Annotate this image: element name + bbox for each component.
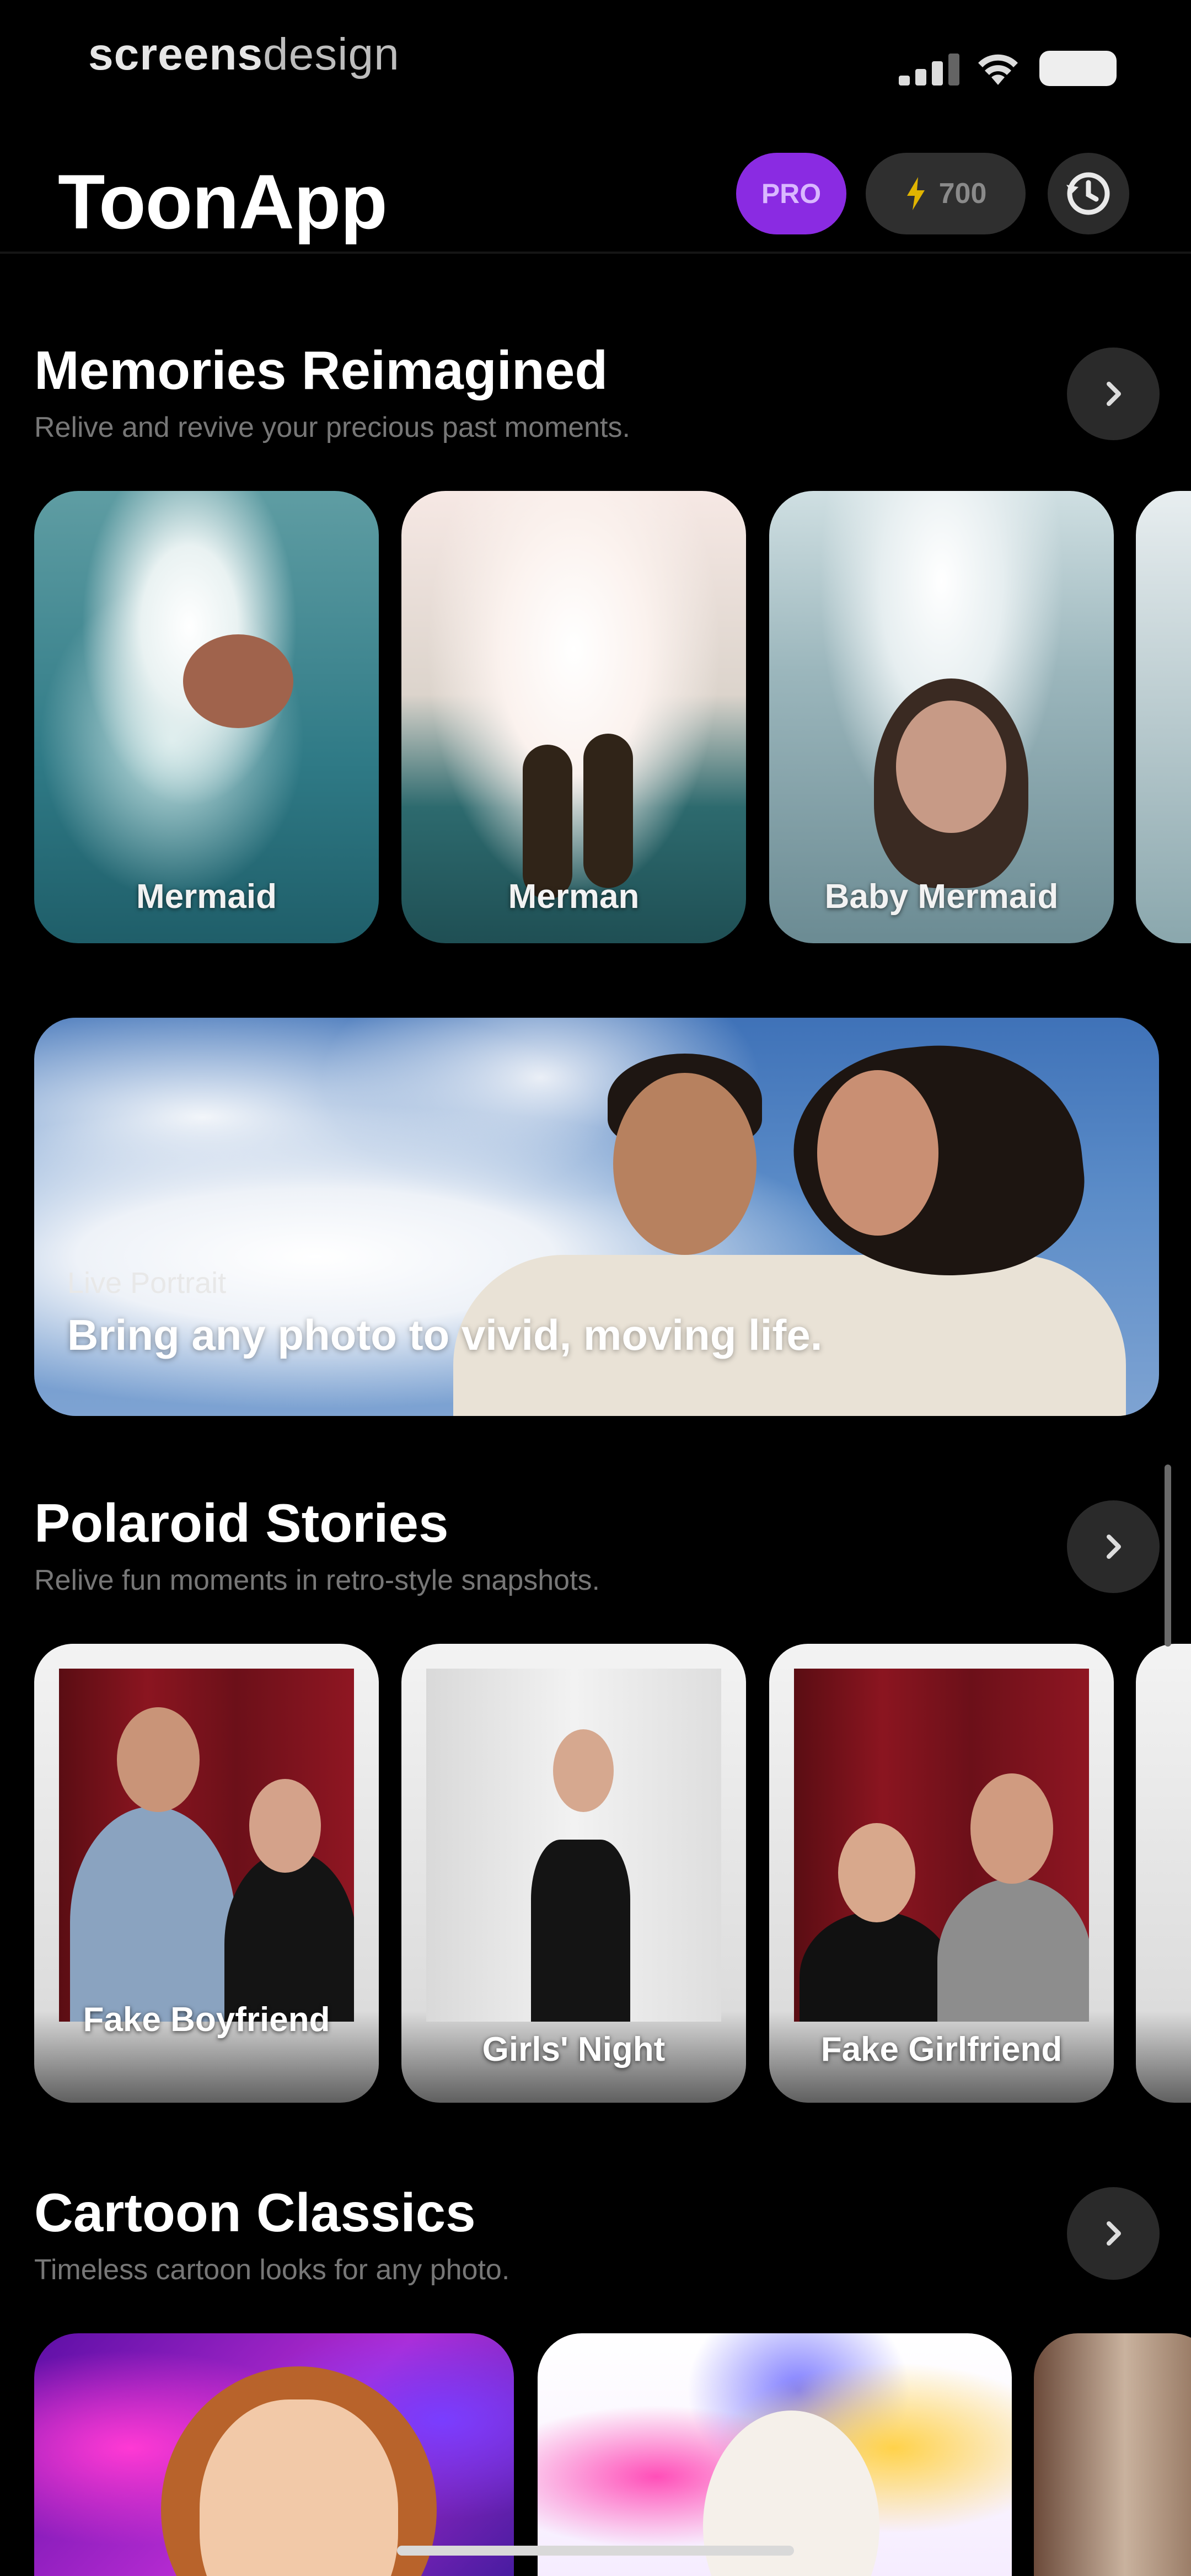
card-next-partial[interactable]	[1136, 1644, 1191, 2103]
card-next-partial[interactable]	[1034, 2333, 1191, 2576]
see-all-polaroid-button[interactable]	[1067, 1500, 1160, 1593]
card-image	[183, 634, 293, 728]
card-image	[59, 1669, 354, 2022]
app-title: ToonApp	[58, 158, 388, 245]
card-baby-mermaid[interactable]: Baby Mermaid	[769, 491, 1114, 943]
see-all-memories-button[interactable]	[1067, 348, 1160, 440]
polaroid-carousel[interactable]: Fake Boyfriend Girls' Night Fake Girlfri…	[0, 1644, 1191, 2107]
bolt-icon	[906, 177, 925, 210]
section-title-polaroid: Polaroid Stories	[34, 1493, 449, 1553]
card-image	[523, 745, 572, 899]
card-label: Fake Girlfriend	[820, 2030, 1063, 2069]
card-label: Fake Boyfriend	[83, 2001, 330, 2039]
chevron-right-icon	[1107, 382, 1121, 406]
history-icon	[1066, 172, 1110, 215]
section-subtitle-memories: Relive and revive your precious past mom…	[34, 411, 630, 443]
app-header: ToonApp PRO 700	[0, 127, 1191, 254]
credits-button[interactable]: 700	[866, 153, 1026, 234]
credits-count: 700	[938, 178, 987, 210]
banner-kicker: Live Portrait	[67, 1266, 227, 1300]
card-mermaid[interactable]: Mermaid	[34, 491, 379, 943]
card-girls-night[interactable]: Girls' Night	[401, 1644, 746, 2103]
card-label: Merman	[508, 878, 640, 916]
battery-icon	[1039, 51, 1117, 86]
card-fake-girlfriend[interactable]: Fake Girlfriend	[769, 1644, 1114, 2103]
card-fake-boyfriend[interactable]: Fake Boyfriend	[34, 1644, 379, 2103]
chevron-right-icon	[1107, 1535, 1121, 1559]
history-button[interactable]	[1048, 153, 1129, 234]
section-title-cartoon: Cartoon Classics	[34, 2182, 476, 2243]
status-bar: screensdesign	[0, 0, 1191, 127]
card-cartoon-portrait[interactable]	[34, 2333, 514, 2576]
wifi-icon	[978, 54, 1018, 85]
card-image	[896, 701, 1006, 833]
section-subtitle-polaroid: Relive fun moments in retro-style snapsh…	[34, 1564, 600, 1596]
card-image	[583, 734, 633, 888]
scroll-indicator[interactable]	[1165, 1465, 1171, 1647]
card-image	[426, 1669, 721, 2022]
banner-image	[613, 1073, 757, 1255]
chevron-right-icon	[1107, 2221, 1121, 2246]
pro-button[interactable]: PRO	[736, 153, 846, 234]
home-indicator[interactable]	[397, 2546, 794, 2556]
cartoon-carousel[interactable]	[0, 2333, 1191, 2576]
card-label: Mermaid	[136, 878, 277, 916]
card-label: Baby Mermaid	[824, 878, 1059, 916]
live-portrait-banner[interactable]: Live Portrait Bring any photo to vivid, …	[34, 1018, 1159, 1416]
signal-icon	[899, 52, 959, 85]
section-title-memories: Memories Reimagined	[34, 340, 608, 400]
memories-carousel[interactable]: Mermaid Merman Baby Mermaid	[0, 491, 1191, 949]
card-merman[interactable]: Merman	[401, 491, 746, 943]
banner-headline: Bring any photo to vivid, moving life.	[67, 1311, 823, 1359]
section-subtitle-cartoon: Timeless cartoon looks for any photo.	[34, 2254, 510, 2286]
banner-image	[817, 1070, 938, 1236]
card-cartoon-dog[interactable]	[538, 2333, 1012, 2576]
see-all-cartoon-button[interactable]	[1067, 2187, 1160, 2280]
card-image	[794, 1669, 1089, 2022]
card-next-partial[interactable]	[1136, 491, 1191, 943]
card-label: Girls' Night	[482, 2030, 666, 2069]
brand-watermark: screensdesign	[88, 29, 400, 79]
